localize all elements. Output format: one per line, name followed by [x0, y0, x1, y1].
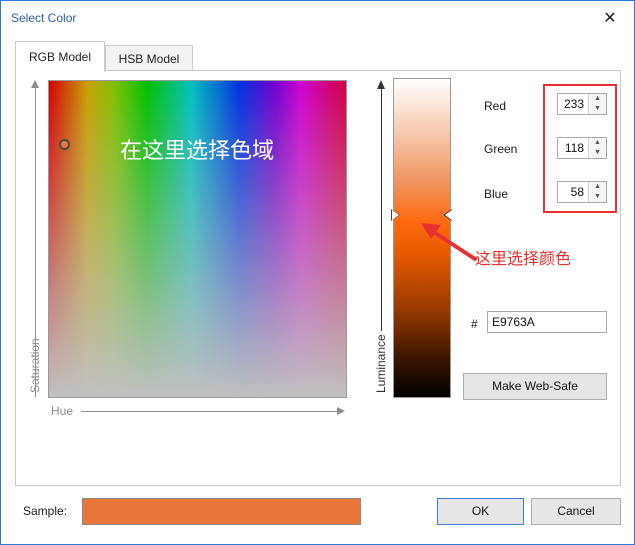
luminance-axis-arrow-icon [377, 80, 385, 89]
blue-spinner[interactable]: 58 ▲ ▼ [557, 181, 607, 203]
luminance-label: Luminance [374, 334, 388, 393]
blue-value[interactable]: 58 [571, 185, 584, 199]
hex-input[interactable]: E9763A [487, 311, 607, 333]
hue-axis-line [81, 411, 337, 412]
chevron-down-icon[interactable]: ▼ [589, 104, 606, 114]
sample-label: Sample: [23, 504, 68, 518]
hue-field-annotation: 在这里选择色域 [120, 139, 275, 164]
hue-label: Hue [51, 404, 74, 418]
saturation-label: Saturation [28, 338, 42, 393]
hue-marker[interactable] [59, 139, 70, 150]
sample-swatch [82, 498, 361, 525]
green-spinner[interactable]: 118 ▲ ▼ [557, 137, 607, 159]
make-web-safe-button[interactable]: Make Web-Safe [463, 373, 607, 400]
title-bar: Select Color ✕ [1, 1, 634, 35]
chevron-up-icon[interactable]: ▲ [589, 94, 606, 104]
red-arrow-icon [421, 223, 477, 261]
red-value[interactable]: 233 [564, 97, 584, 111]
hue-saturation-field[interactable] [48, 80, 347, 398]
red-spin-buttons: ▲ ▼ [588, 94, 606, 114]
luminance-axis-line [381, 87, 382, 331]
chevron-down-icon[interactable]: ▼ [589, 192, 606, 202]
chevron-up-icon[interactable]: ▲ [589, 138, 606, 148]
blue-spin-buttons: ▲ ▼ [588, 182, 606, 202]
ok-button[interactable]: OK [437, 498, 524, 525]
green-label: Green [484, 142, 518, 156]
blue-label: Blue [484, 187, 509, 201]
hue-axis-arrow-icon [337, 407, 345, 415]
saturation-axis-arrow-icon [31, 80, 39, 88]
chevron-down-icon[interactable]: ▼ [589, 148, 606, 158]
tab-hsb-model[interactable]: HSB Model [105, 45, 193, 71]
chevron-up-icon[interactable]: ▲ [589, 182, 606, 192]
red-spinner[interactable]: 233 ▲ ▼ [557, 93, 607, 115]
tab-rgb-model[interactable]: RGB Model [15, 41, 105, 72]
cancel-button[interactable]: Cancel [531, 498, 621, 525]
green-value[interactable]: 118 [565, 141, 584, 155]
red-label: Red [484, 99, 507, 113]
select-color-dialog: Select Color ✕ RGB Model HSB Model Satur… [0, 0, 635, 545]
luminance-annotation: 这里选择颜色 [475, 249, 572, 268]
close-icon[interactable]: ✕ [600, 9, 620, 29]
hex-symbol: # [471, 317, 478, 331]
luminance-handle-left-fill[interactable] [392, 210, 399, 220]
green-spin-buttons: ▲ ▼ [588, 138, 606, 158]
window-title: Select Color [11, 11, 77, 25]
